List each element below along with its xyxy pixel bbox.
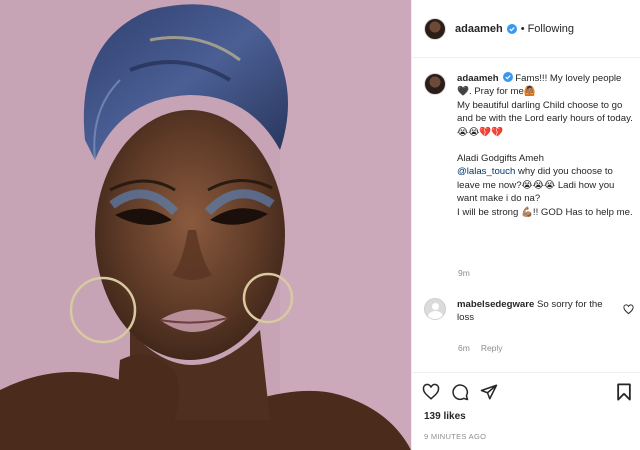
photo-illustration — [0, 0, 411, 450]
post-sidebar: adaameh • Following adaameh Fams!!! My l… — [411, 0, 640, 450]
post-time-ago: 9 MINUTES AGO — [424, 432, 487, 441]
post-photo[interactable] — [0, 0, 411, 450]
likes-count[interactable]: 139 likes — [424, 411, 466, 422]
comment-heart-icon[interactable] — [623, 304, 634, 315]
verified-badge-icon — [502, 72, 513, 82]
comment-meta: 6m Reply — [458, 343, 503, 353]
caption-line-3: Aladi Godgifts Ameh — [457, 153, 544, 165]
comment-timestamp: 6m — [458, 343, 470, 353]
heart-icon[interactable] — [422, 383, 440, 401]
caption-avatar[interactable] — [424, 73, 446, 95]
comment-icon[interactable] — [451, 383, 469, 401]
caption-text: adaameh Fams!!! My lovely people 🖤. Pray… — [457, 72, 634, 219]
separator-dot: • — [520, 22, 525, 35]
header-username[interactable]: adaameh — [455, 23, 503, 35]
caption: adaameh Fams!!! My lovely people 🖤. Pray… — [424, 72, 634, 219]
share-icon[interactable] — [480, 383, 498, 401]
comment-item: mabelsedegware So sorry for the loss — [424, 298, 639, 325]
bookmark-icon[interactable] — [616, 383, 632, 401]
comment-avatar[interactable] — [424, 298, 446, 320]
comment-text: mabelsedegware So sorry for the loss — [457, 298, 607, 325]
verified-badge-icon — [506, 23, 517, 34]
caption-line-5: I will be strong 💪🏽!! GOD Has to help me… — [457, 206, 633, 218]
avatar[interactable] — [424, 17, 446, 40]
post-header: adaameh • Following — [412, 0, 640, 58]
post-actions: 139 likes 9 MINUTES AGO — [412, 372, 640, 450]
caption-timestamp: 9m — [458, 268, 470, 278]
mention-link[interactable]: @lalas_touch — [457, 166, 515, 177]
caption-line-2: My beautiful darling Child choose to go … — [457, 99, 633, 138]
comment-username[interactable]: mabelsedegware — [457, 299, 534, 310]
reply-button[interactable]: Reply — [481, 343, 503, 353]
caption-username[interactable]: adaameh — [457, 73, 499, 84]
following-button[interactable]: Following — [528, 23, 574, 35]
